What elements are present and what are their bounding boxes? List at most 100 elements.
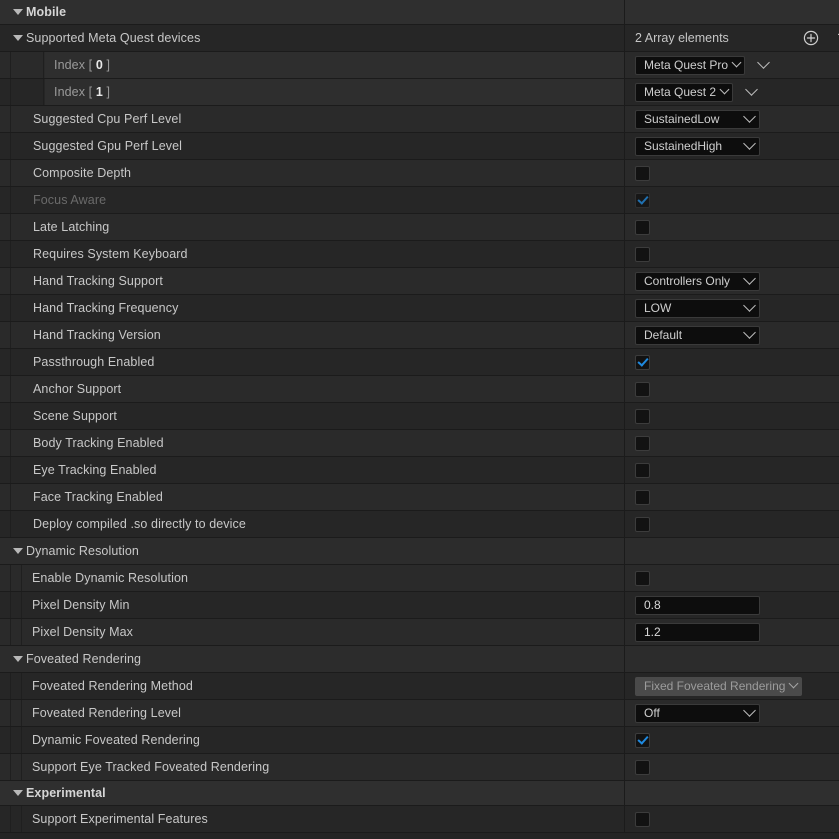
property-row-deploy-compiled-so-directly-to-device[interactable]: Deploy compiled .so directly to device [0, 511, 839, 538]
property-row-enable-dynamic-resolution[interactable]: Enable Dynamic Resolution [0, 565, 839, 592]
property-row-foveated-rendering-level[interactable]: Foveated Rendering Level Off [0, 700, 839, 727]
checkbox-face-tracking-enabled[interactable] [635, 489, 650, 505]
checkbox-eye-tracking-enabled[interactable] [635, 462, 650, 478]
combo-suggested-cpu-perf-level[interactable]: SustainedLow [635, 109, 760, 129]
combo-suggested-gpu-perf-level[interactable]: SustainedHigh [635, 136, 760, 156]
property-label-requires-system-keyboard: Requires System Keyboard [33, 247, 188, 261]
chevron-down-icon[interactable] [10, 646, 26, 672]
property-label-cell: Deploy compiled .so directly to device [0, 511, 624, 537]
indent-guide [0, 160, 11, 186]
group-header-dynamic-resolution[interactable]: Dynamic Resolution [0, 538, 839, 565]
property-row-focus-aware[interactable]: Focus Aware [0, 187, 839, 214]
indent-guide [11, 79, 44, 105]
property-value-cell [624, 646, 839, 672]
checkbox-support-eye-tracked-foveated-rendering[interactable] [635, 759, 650, 775]
checkbox-enable-dynamic-resolution[interactable] [635, 570, 650, 586]
indent-guide [11, 754, 22, 780]
property-value-cell: LOW [624, 295, 839, 321]
property-row-pixel-density-min[interactable]: Pixel Density Min 0.8 [0, 592, 839, 619]
category-label-cell: Mobile [0, 0, 624, 24]
property-row-dynamic-foveated-rendering[interactable]: Dynamic Foveated Rendering [0, 727, 839, 754]
array-element-row-1[interactable]: Index [ 1 ] Meta Quest 2 [0, 79, 839, 106]
property-row-late-latching[interactable]: Late Latching [0, 214, 839, 241]
property-row-composite-depth[interactable]: Composite Depth [0, 160, 839, 187]
indent-guide [11, 52, 44, 78]
chevron-down-icon[interactable] [10, 538, 26, 564]
property-row-hand-tracking-frequency[interactable]: Hand Tracking Frequency LOW [0, 295, 839, 322]
checkbox-composite-depth[interactable] [635, 165, 650, 181]
array-header-supported-meta-quest-devices[interactable]: Supported Meta Quest devices 2 Array ele… [0, 25, 839, 52]
property-row-eye-tracking-enabled[interactable]: Eye Tracking Enabled [0, 457, 839, 484]
category-header-experimental[interactable]: Experimental [0, 781, 839, 806]
plus-circle-icon[interactable] [802, 29, 820, 47]
property-row-support-experimental-features[interactable]: Support Experimental Features [0, 806, 839, 833]
property-row-hand-tracking-version[interactable]: Hand Tracking Version Default [0, 322, 839, 349]
property-row-suggested-cpu-perf-level[interactable]: Suggested Cpu Perf Level SustainedLow [0, 106, 839, 133]
property-label-cell: Hand Tracking Support [0, 268, 624, 294]
indent-guide [0, 511, 11, 537]
property-row-scene-support[interactable]: Scene Support [0, 403, 839, 430]
chevron-down-icon[interactable] [10, 781, 26, 805]
checkbox-anchor-support[interactable] [635, 381, 650, 397]
combo-foveated-rendering-level[interactable]: Off [635, 703, 760, 723]
property-row-requires-system-keyboard[interactable]: Requires System Keyboard [0, 241, 839, 268]
indent-guide [0, 457, 11, 483]
indent-guide [0, 349, 11, 375]
property-row-face-tracking-enabled[interactable]: Face Tracking Enabled [0, 484, 839, 511]
property-label-cell: Scene Support [0, 403, 624, 429]
property-row-support-eye-tracked-foveated-rendering[interactable]: Support Eye Tracked Foveated Rendering [0, 754, 839, 781]
combo-hand-tracking-frequency[interactable]: LOW [635, 298, 760, 318]
element-options-chevron-icon-0[interactable] [757, 55, 770, 69]
array-element-row-0[interactable]: Index [ 0 ] Meta Quest Pro [0, 52, 839, 79]
chevron-down-icon [743, 325, 756, 339]
indent-guide [0, 619, 11, 645]
property-value-cell [624, 727, 839, 753]
property-row-pixel-density-max[interactable]: Pixel Density Max 1.2 [0, 619, 839, 646]
checkbox-late-latching[interactable] [635, 219, 650, 235]
property-row-foveated-rendering-method[interactable]: Foveated Rendering Method Fixed Foveated … [0, 673, 839, 700]
indent-guide [0, 806, 11, 832]
trash-icon[interactable] [834, 29, 839, 47]
property-value-cell [624, 511, 839, 537]
checkbox-focus-aware [635, 192, 650, 208]
combo-hand-tracking-support[interactable]: Controllers Only [635, 271, 760, 291]
property-row-suggested-gpu-perf-level[interactable]: Suggested Gpu Perf Level SustainedHigh [0, 133, 839, 160]
property-label-cell: Support Eye Tracked Foveated Rendering [0, 754, 624, 780]
element-options-chevron-icon-1[interactable] [745, 82, 758, 96]
category-header-mobile[interactable]: Mobile [0, 0, 839, 25]
device-combo-1[interactable]: Meta Quest 2 [635, 82, 734, 102]
combo-hand-tracking-version[interactable]: Default [635, 325, 760, 345]
checkbox-support-experimental-features[interactable] [635, 811, 650, 827]
checkbox-dynamic-foveated-rendering[interactable] [635, 732, 650, 748]
property-row-anchor-support[interactable]: Anchor Support [0, 376, 839, 403]
checkbox-requires-system-keyboard[interactable] [635, 246, 650, 262]
property-value-cell: Fixed Foveated Rendering [624, 673, 839, 699]
checkbox-body-tracking-enabled[interactable] [635, 435, 650, 451]
device-combo-0[interactable]: Meta Quest Pro [635, 55, 746, 75]
element-inset [45, 79, 624, 105]
number-input-pixel-density-max[interactable]: 1.2 [635, 622, 760, 642]
property-row-hand-tracking-support[interactable]: Hand Tracking Support Controllers Only [0, 268, 839, 295]
property-row-passthrough-enabled[interactable]: Passthrough Enabled [0, 349, 839, 376]
indent-guide [0, 295, 11, 321]
property-label-dynamic-foveated-rendering: Dynamic Foveated Rendering [32, 733, 200, 747]
property-row-body-tracking-enabled[interactable]: Body Tracking Enabled [0, 430, 839, 457]
property-value-cell: 1.2 [624, 619, 839, 645]
chevron-down-icon[interactable] [10, 25, 26, 51]
checkbox-deploy-compiled-so-directly-to-device[interactable] [635, 516, 650, 532]
chevron-down-icon[interactable] [10, 0, 26, 24]
number-input-pixel-density-min[interactable]: 0.8 [635, 595, 760, 615]
checkbox-passthrough-enabled[interactable] [635, 354, 650, 370]
combo-suggested-gpu-perf-level-value: SustainedHigh [644, 139, 723, 153]
group-header-foveated-rendering[interactable]: Foveated Rendering [0, 646, 839, 673]
indent-guide [0, 673, 11, 699]
array-index-label-0: Index [ 0 ] [54, 58, 111, 72]
checkbox-scene-support[interactable] [635, 408, 650, 424]
indent-guide [0, 322, 11, 348]
details-properties-panel: Mobile Supported Meta Quest devices 2 Ar… [0, 0, 839, 839]
